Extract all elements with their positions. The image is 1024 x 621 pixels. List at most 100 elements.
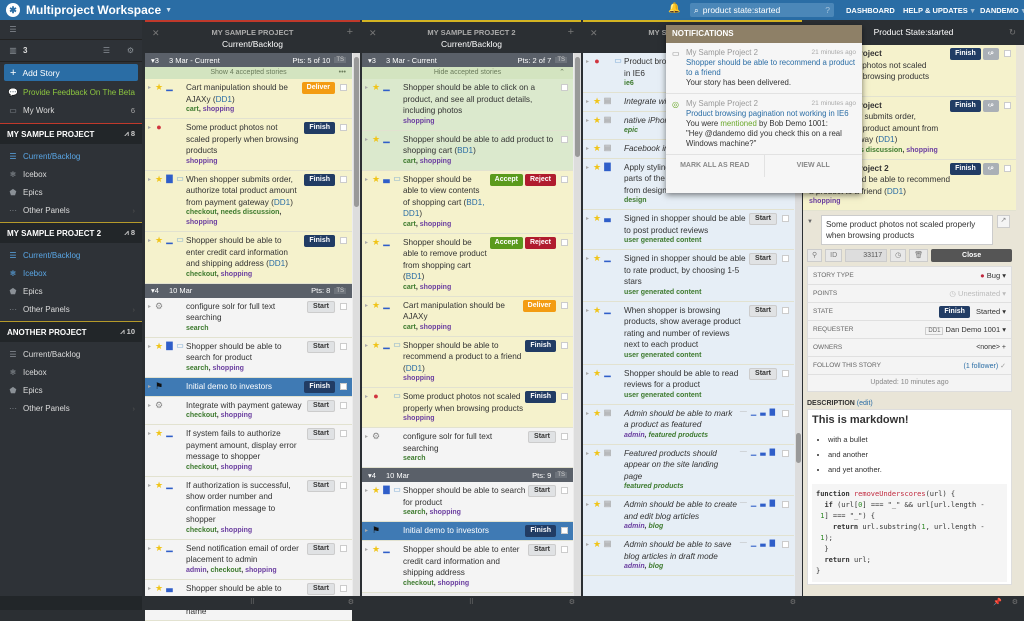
story-type-select[interactable]: ● Bug ▾ bbox=[980, 271, 1006, 280]
trash-icon[interactable]: 🗑 bbox=[909, 249, 928, 262]
sidebar-item-epics[interactable]: ⬟Epics bbox=[0, 381, 142, 399]
scrollbar[interactable] bbox=[353, 53, 360, 596]
select-checkbox[interactable] bbox=[340, 176, 347, 183]
expand-arrow-icon[interactable]: ▸ bbox=[583, 448, 591, 493]
expand-arrow-icon[interactable]: ▸ bbox=[362, 391, 370, 424]
accept-button[interactable]: Accept bbox=[490, 174, 523, 186]
app-logo-icon[interactable]: ✱ bbox=[6, 3, 20, 17]
story-row[interactable]: ▸★▃▭Shopper should be able to view conte… bbox=[362, 171, 573, 234]
label-user-generated-content[interactable]: user generated content bbox=[624, 392, 701, 399]
chevron-up-icon[interactable]: ⌃ bbox=[559, 67, 565, 79]
estimate-option[interactable]: — bbox=[740, 408, 747, 441]
story-row[interactable]: ▸●▭Some product photos not scaled proper… bbox=[362, 388, 573, 428]
select-checkbox[interactable] bbox=[782, 410, 789, 417]
finish-button[interactable]: Finish bbox=[525, 391, 556, 403]
add-story-button[interactable]: +Add Story bbox=[4, 64, 138, 81]
story-title-input[interactable]: Some product photos not scaled properly … bbox=[821, 215, 993, 245]
iteration-header[interactable]: ▾ 410 MarPts: 9TS bbox=[362, 468, 573, 482]
expand-arrow-icon[interactable]: ▸ bbox=[583, 408, 591, 441]
label-cart[interactable]: cart bbox=[403, 284, 416, 291]
start-button[interactable]: Start bbox=[528, 431, 556, 443]
notification-story-link[interactable]: Shopper should be able to recommend a pr… bbox=[686, 58, 856, 78]
story-row[interactable]: ▸★▁Shopper should be able to add product… bbox=[362, 131, 573, 171]
select-checkbox[interactable] bbox=[561, 527, 568, 534]
state-select[interactable]: Started ▾ bbox=[976, 307, 1006, 316]
estimate-option[interactable]: ▇ bbox=[770, 499, 775, 532]
select-checkbox[interactable] bbox=[561, 176, 568, 183]
estimate-option[interactable]: ▇ bbox=[770, 408, 775, 441]
drag-handle-icon[interactable]: ⠿ bbox=[469, 599, 474, 606]
story-row[interactable]: ▸⚑Initial demo to investorsFinish bbox=[145, 378, 352, 397]
story-row[interactable]: ▸★▃Signed in shopper should be able to p… bbox=[583, 210, 794, 250]
sidebar-item-epics[interactable]: ⬟Epics bbox=[0, 282, 142, 300]
deliver-button[interactable]: Deliver bbox=[523, 300, 556, 312]
expand-arrow-icon[interactable]: ▸ bbox=[362, 544, 370, 589]
select-checkbox[interactable] bbox=[782, 370, 789, 377]
list-view-icon[interactable]: ☰ bbox=[103, 46, 110, 55]
label-shopping[interactable]: shopping bbox=[203, 106, 235, 113]
story-row[interactable]: ▸★▤Featured products should appear on th… bbox=[583, 445, 794, 497]
label-user-generated-content[interactable]: user generated content bbox=[624, 352, 701, 359]
estimate-option[interactable]: ▁ bbox=[751, 448, 756, 493]
select-checkbox[interactable] bbox=[340, 383, 347, 390]
sidebar-item-icebox[interactable]: ❄Icebox bbox=[0, 165, 142, 183]
story-row[interactable]: ▸★▁Shopper should be able to remove prod… bbox=[362, 234, 573, 297]
label-shopping[interactable]: shopping bbox=[403, 375, 435, 382]
close-panel-icon[interactable]: ✕ bbox=[590, 28, 598, 39]
iteration-header[interactable]: ▾ 410 MarPts: 8TS bbox=[145, 284, 352, 298]
expand-arrow-icon[interactable]: ▸ bbox=[583, 115, 591, 137]
nav-user-menu[interactable]: DANDEMO▾ bbox=[980, 0, 1024, 20]
expand-arrow-icon[interactable]: ▸ bbox=[362, 485, 370, 518]
story-row[interactable]: ▸★▤Admin should be able to save blog art… bbox=[583, 536, 794, 576]
start-button[interactable]: Start bbox=[749, 253, 777, 265]
finish-button[interactable]: Finish bbox=[304, 174, 335, 186]
start-button[interactable]: Start bbox=[307, 583, 335, 595]
sidebar-item-icebox[interactable]: ❄Icebox bbox=[0, 264, 142, 282]
label-cart[interactable]: cart bbox=[403, 324, 416, 331]
finish-button[interactable]: Finish bbox=[950, 163, 981, 175]
label-needs-discussion[interactable]: needs discussion bbox=[221, 209, 280, 216]
story-row[interactable]: ▸★▁Shopper should be able to enter credi… bbox=[362, 541, 573, 593]
label-cart[interactable]: cart bbox=[186, 106, 199, 113]
finish-button[interactable]: Finish bbox=[939, 306, 970, 318]
label-shopping[interactable]: shopping bbox=[420, 284, 452, 291]
select-checkbox[interactable] bbox=[561, 433, 568, 440]
start-button[interactable]: Start bbox=[528, 544, 556, 556]
sidebar-item-other-panels[interactable]: ···Other Panels› bbox=[0, 399, 142, 417]
nav-help-updates[interactable]: HELP & UPDATES▾ bbox=[903, 0, 975, 20]
select-checkbox[interactable] bbox=[782, 307, 789, 314]
hide-accepted-toggle[interactable]: Hide accepted stories⌃ bbox=[362, 67, 573, 79]
expand-arrow-icon[interactable]: ▸ bbox=[145, 82, 153, 115]
expand-arrow-icon[interactable]: ▸ bbox=[583, 305, 591, 361]
notification-story-link[interactable]: Product browsing pagination not working … bbox=[686, 109, 856, 119]
add-story-icon[interactable]: + bbox=[347, 26, 353, 38]
label-user-generated-content[interactable]: user generated content bbox=[624, 289, 701, 296]
show-accepted-toggle[interactable]: Show 4 accepted stories••• bbox=[145, 67, 352, 79]
label-shopping[interactable]: shopping bbox=[906, 147, 938, 154]
select-checkbox[interactable] bbox=[561, 84, 568, 91]
close-button[interactable]: Close bbox=[931, 249, 1012, 262]
team-strength-button[interactable]: TS bbox=[555, 57, 567, 63]
select-checkbox[interactable] bbox=[561, 546, 568, 553]
label-blog[interactable]: blog bbox=[649, 523, 664, 530]
select-checkbox[interactable] bbox=[340, 343, 347, 350]
start-button[interactable]: Start bbox=[749, 368, 777, 380]
owner-initials[interactable]: DD1 bbox=[216, 95, 232, 104]
sidebar-item-current-backlog[interactable]: ☰Current/Backlog bbox=[0, 246, 142, 264]
finish-button[interactable]: Finish bbox=[525, 340, 556, 352]
label-checkout[interactable]: checkout bbox=[186, 527, 217, 534]
select-checkbox[interactable] bbox=[340, 545, 347, 552]
estimate-option[interactable]: ▃ bbox=[760, 499, 765, 532]
select-checkbox[interactable] bbox=[782, 501, 789, 508]
deliver-button[interactable]: Deliver bbox=[302, 82, 335, 94]
select-checkbox[interactable] bbox=[782, 450, 789, 457]
team-strength-button[interactable]: TS bbox=[555, 472, 567, 478]
expand-arrow-icon[interactable]: ▸ bbox=[583, 539, 591, 572]
label-checkout[interactable]: checkout bbox=[403, 580, 434, 587]
nav-dashboard[interactable]: DASHBOARD bbox=[846, 0, 895, 20]
label-shopping[interactable]: shopping bbox=[212, 365, 244, 372]
select-checkbox[interactable] bbox=[340, 402, 347, 409]
story-row[interactable]: ▸⚙configure solr for full text searching… bbox=[145, 298, 352, 338]
finish-button[interactable]: Finish bbox=[304, 381, 335, 393]
expand-icon[interactable]: ↗ bbox=[997, 215, 1010, 228]
